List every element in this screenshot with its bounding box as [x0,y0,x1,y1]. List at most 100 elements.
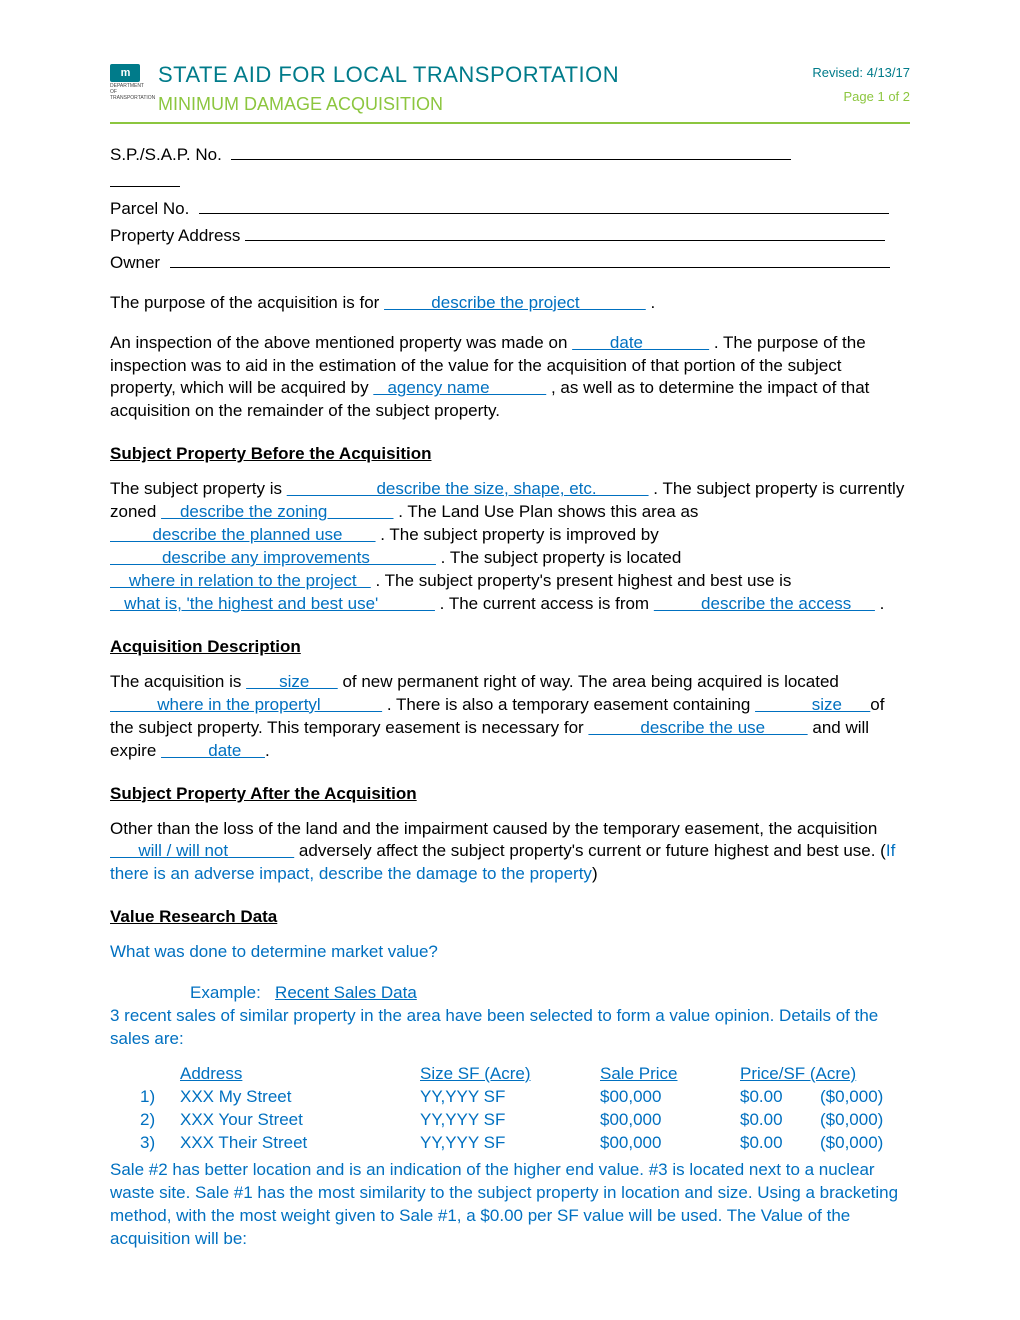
header-right: Revised: 4/13/17 Page 1 of 2 [812,60,910,105]
sp-sap-cont [110,169,910,194]
a-t6: . [265,741,270,760]
row-addr: XXX My Street [180,1086,420,1109]
row-acre: ($0,000) [820,1132,910,1155]
inspection-para: An inspection of the above mentioned pro… [110,332,910,424]
b-t4: . The subject property is improved by [376,525,659,544]
logo-mark: m [110,64,140,82]
row-addr: XXX Your Street [180,1109,420,1132]
b-f7: describe the access [654,594,875,613]
row-acre: ($0,000) [820,1109,910,1132]
a-f2: where in the propertyl [110,695,382,714]
purpose-para: The purpose of the acquisition is for de… [110,292,910,315]
value-intro: 3 recent sales of similar property in th… [110,1005,910,1051]
row-num: 3) [140,1132,180,1155]
header-left: m DEPARTMENT OF TRANSPORTATION STATE AID… [110,60,619,116]
a-f1: size [246,672,338,691]
parcel-field: Parcel No. [110,196,910,221]
header-divider [110,122,910,124]
row-acre: ($0,000) [820,1086,910,1109]
insp-t1: An inspection of the above mentioned pro… [110,333,572,352]
sp-blank-cont [110,169,180,187]
address-blank [245,223,885,241]
acq-para: The acquisition is size of new permanent… [110,671,910,763]
sp-blank [231,142,791,160]
sales-row: 1) XXX My Street YY,YYY SF $00,000 $0.00… [140,1086,910,1109]
page-number: Page 1 of 2 [812,88,910,106]
example-label: Example: [190,983,261,1002]
b-f4: describe any improvements [110,548,436,567]
row-price: $00,000 [600,1086,740,1109]
mn-logo: m DEPARTMENT OF TRANSPORTATION [110,64,146,101]
header: m DEPARTMENT OF TRANSPORTATION STATE AID… [110,60,910,116]
revised-date: Revised: 4/13/17 [812,64,910,82]
a-t2: of new permanent right of way. The area … [338,672,839,691]
before-heading: Subject Property Before the Acquisition [110,443,910,466]
after-heading: Subject Property After the Acquisition [110,783,910,806]
a-t1: The acquisition is [110,672,246,691]
b-f2: describe the zoning [161,502,393,521]
a-f4: describe the use [588,718,807,737]
acq-heading: Acquisition Description [110,636,910,659]
hdr-price: Sale Price [600,1063,740,1086]
row-num: 2) [140,1109,180,1132]
row-psf: $0.00 [740,1086,820,1109]
sales-header-row: Address Size SF (Acre) Sale Price Price/… [140,1063,910,1086]
row-psf: $0.00 [740,1109,820,1132]
af-t2: adversely affect the subject property's … [294,841,886,860]
value-heading: Value Research Data [110,906,910,929]
a-f5: date [161,741,265,760]
sp-label: S.P./S.A.P. No. [110,145,222,164]
value-question: What was done to determine market value? [110,941,910,964]
purpose-pre: The purpose of the acquisition is for [110,293,384,312]
address-field: Property Address [110,223,910,248]
example-title: Recent Sales Data [275,983,417,1002]
b-f5: where in relation to the project [110,571,371,590]
row-price: $00,000 [600,1109,740,1132]
parcel-blank [199,196,889,214]
owner-label: Owner [110,253,160,272]
sales-row: 3) XXX Their Street YY,YYY SF $00,000 $0… [140,1132,910,1155]
b-t3: . The Land Use Plan shows this area as [394,502,699,521]
before-para: The subject property is describe the siz… [110,478,910,616]
document-page: m DEPARTMENT OF TRANSPORTATION STATE AID… [0,0,1020,1320]
af-t3: ) [592,864,598,883]
b-t8: . [875,594,884,613]
hdr-psf: Price/SF (Acre) [740,1063,900,1086]
sales-row: 2) XXX Your Street YY,YYY SF $00,000 $0.… [140,1109,910,1132]
row-size: YY,YYY SF [420,1086,600,1109]
row-size: YY,YYY SF [420,1132,600,1155]
address-label: Property Address [110,226,240,245]
af-f1: will / will not [110,841,294,860]
owner-field: Owner [110,250,910,275]
b-f1: describe the size, shape, etc. [287,479,649,498]
insp-agency-fill: agency name [373,378,546,397]
row-psf: $0.00 [740,1132,820,1155]
b-t7: . The current access is from [435,594,654,613]
owner-blank [170,250,890,268]
af-t1: Other than the loss of the land and the … [110,819,877,838]
title-block: STATE AID FOR LOCAL TRANSPORTATION MINIM… [158,60,619,116]
b-t1: The subject property is [110,479,287,498]
logo-subtext: DEPARTMENT OF TRANSPORTATION [110,83,146,101]
example-line: Example: Recent Sales Data [190,982,910,1005]
insp-date-fill: date [572,333,709,352]
b-f6: what is, 'the highest and best use' [110,594,435,613]
sp-sap-field: S.P./S.A.P. No. [110,142,910,167]
page-title: STATE AID FOR LOCAL TRANSPORTATION [158,60,619,90]
purpose-fill: describe the project [384,293,646,312]
hdr-size: Size SF (Acre) [420,1063,600,1086]
row-price: $00,000 [600,1132,740,1155]
b-t5: . The subject property is located [436,548,681,567]
a-t3: . There is also a temporary easement con… [382,695,755,714]
purpose-post: . [646,293,655,312]
row-size: YY,YYY SF [420,1109,600,1132]
a-f3: size [755,695,870,714]
hdr-address: Address [180,1063,420,1086]
row-num: 1) [140,1086,180,1109]
row-addr: XXX Their Street [180,1132,420,1155]
page-subtitle: MINIMUM DAMAGE ACQUISITION [158,92,619,116]
after-para: Other than the loss of the land and the … [110,818,910,887]
sales-table: Address Size SF (Acre) Sale Price Price/… [140,1063,910,1155]
sales-analysis: Sale #2 has better location and is an in… [110,1159,910,1251]
b-t6: . The subject property's present highest… [371,571,792,590]
